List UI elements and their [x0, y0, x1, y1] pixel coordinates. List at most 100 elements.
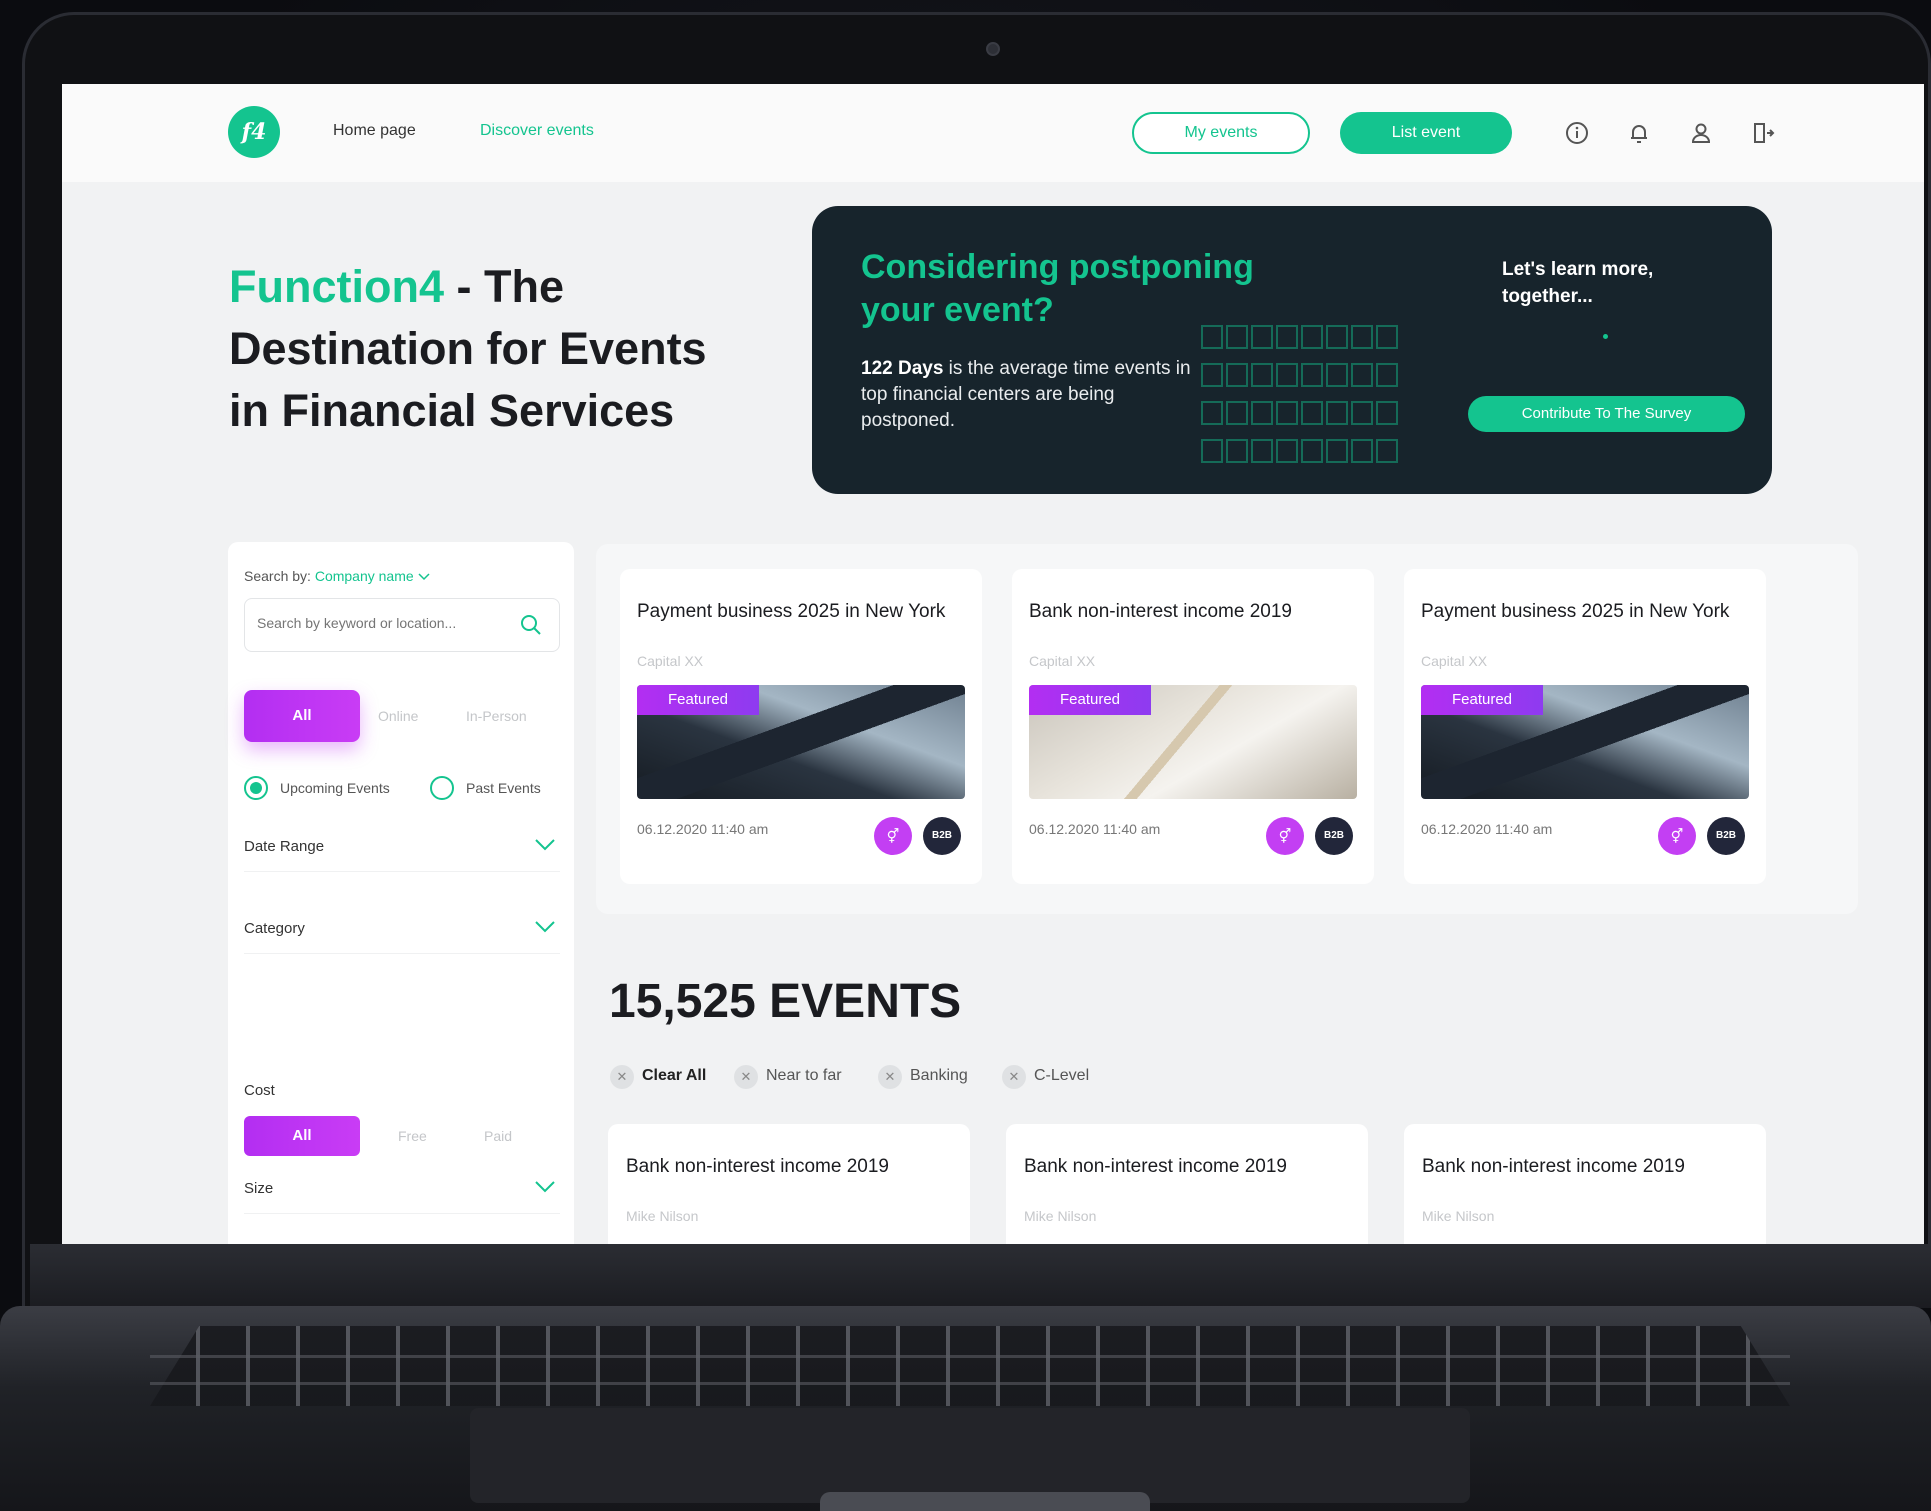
contribute-survey-button[interactable]: Contribute To The Survey [1468, 396, 1745, 432]
search-by-label: Search by: [244, 568, 311, 584]
user-icon[interactable] [1686, 118, 1716, 148]
filter-sidebar: Search by: Company name All Online In-Pe… [228, 542, 574, 1244]
upcoming-label: Upcoming Events [280, 780, 390, 796]
banner-stat-bold: 122 Days [861, 358, 944, 379]
card-title: Bank non-interest income 2019 [1029, 601, 1292, 622]
featured-card[interactable]: Payment business 2025 in New York Capita… [620, 569, 982, 884]
search-by-dropdown[interactable]: Company name [315, 568, 414, 584]
grid-decoration [1201, 325, 1398, 463]
top-nav: f4 Home page Discover events My events L… [62, 84, 1924, 182]
b2b-badge: B2B [1315, 817, 1353, 855]
b2b-badge: B2B [923, 817, 961, 855]
chip-label: Near to far [766, 1067, 842, 1084]
card-date: 06.12.2020 11:40 am [1421, 821, 1553, 837]
format-all-button[interactable]: All [244, 690, 360, 742]
card-date: 06.12.2020 11:40 am [637, 821, 769, 837]
featured-events: Payment business 2025 in New York Capita… [596, 544, 1858, 914]
laptop-notch [820, 1492, 1150, 1511]
banner-stat: 122 Days is the average time events in t… [861, 356, 1191, 434]
size-label: Size [244, 1180, 274, 1197]
chevron-down-icon[interactable] [418, 573, 430, 581]
gender-icon: ⚥ [1266, 817, 1304, 855]
hero-title: Function4 - The Destination for Events i… [229, 256, 749, 442]
card-title: Bank non-interest income 2019 [626, 1156, 889, 1177]
format-toggle: All Online In-Person [244, 690, 560, 742]
upcoming-radio[interactable] [244, 776, 268, 800]
card-title: Payment business 2025 in New York [637, 601, 946, 622]
nav-discover-link[interactable]: Discover events [480, 122, 594, 140]
chevron-down-icon [535, 921, 555, 933]
close-icon[interactable]: ✕ [878, 1065, 902, 1089]
featured-card[interactable]: Payment business 2025 in New York Capita… [1404, 569, 1766, 884]
survey-banner: Considering postponing your event? 122 D… [812, 206, 1772, 494]
scene: f4 Home page Discover events My events L… [0, 0, 1931, 1511]
card-organizer: Mike Nilson [1422, 1208, 1495, 1224]
laptop-hinge [30, 1244, 1931, 1308]
date-range-label: Date Range [244, 838, 325, 855]
card-date: 06.12.2020 11:40 am [1029, 821, 1161, 837]
card-organizer: Mike Nilson [626, 1208, 699, 1224]
close-icon[interactable]: ✕ [1002, 1065, 1026, 1089]
camera [986, 42, 1000, 56]
screen: f4 Home page Discover events My events L… [62, 84, 1924, 1244]
cost-all-button[interactable]: All [244, 1116, 360, 1156]
close-icon[interactable]: ✕ [734, 1065, 758, 1089]
gender-icon: ⚥ [1658, 817, 1696, 855]
nav-home-link[interactable]: Home page [333, 122, 416, 140]
logout-icon[interactable] [1748, 118, 1778, 148]
close-icon[interactable]: ✕ [610, 1065, 634, 1089]
my-events-button[interactable]: My events [1132, 112, 1310, 154]
featured-badge: Featured [1421, 685, 1543, 715]
format-online-button[interactable]: Online [378, 690, 418, 742]
event-card[interactable]: Bank non-interest income 2019 Mike Nilso… [608, 1124, 970, 1244]
category-filter[interactable]: Category [244, 904, 560, 954]
timing-radios: Upcoming Events Past Events [244, 772, 564, 802]
search-box [244, 598, 560, 652]
search-by: Search by: Company name [244, 568, 430, 584]
keyboard [150, 1326, 1790, 1406]
info-icon[interactable] [1562, 118, 1592, 148]
size-filter[interactable]: Size [244, 1164, 560, 1214]
card-organizer: Capital XX [1029, 653, 1096, 669]
card-title: Payment business 2025 in New York [1421, 601, 1730, 622]
past-label: Past Events [466, 780, 541, 796]
event-card[interactable]: Bank non-interest income 2019 Mike Nilso… [1404, 1124, 1766, 1244]
b2b-badge: B2B [1707, 817, 1745, 855]
card-image: Featured [1421, 685, 1749, 799]
date-range-filter[interactable]: Date Range [244, 822, 560, 872]
card-title: Bank non-interest income 2019 [1422, 1156, 1685, 1177]
chevron-down-icon [535, 1181, 555, 1193]
featured-card[interactable]: Bank non-interest income 2019 Capital XX… [1012, 569, 1374, 884]
cost-toggle: All Free Paid [244, 1116, 560, 1156]
search-input[interactable] [257, 615, 507, 631]
card-image: Featured [637, 685, 965, 799]
card-image: Featured [1029, 685, 1357, 799]
hero-brand: Function4 [229, 261, 444, 312]
keyboard-row [150, 1382, 1790, 1385]
list-event-button[interactable]: List event [1340, 112, 1512, 154]
card-organizer: Capital XX [1421, 653, 1488, 669]
cost-label: Cost [244, 1082, 275, 1099]
trackpad [470, 1408, 1470, 1503]
bell-icon[interactable] [1624, 118, 1654, 148]
card-title: Bank non-interest income 2019 [1024, 1156, 1287, 1177]
card-organizer: Capital XX [637, 653, 704, 669]
cost-paid-button[interactable]: Paid [484, 1116, 512, 1156]
chevron-down-icon [535, 839, 555, 851]
featured-badge: Featured [1029, 685, 1151, 715]
events-count: 15,525 EVENTS [609, 975, 962, 1028]
featured-badge: Featured [637, 685, 759, 715]
keyboard-row [150, 1355, 1790, 1358]
cost-free-button[interactable]: Free [398, 1116, 427, 1156]
category-label: Category [244, 920, 305, 937]
banner-right-text: Let's learn more, together... [1502, 259, 1654, 307]
past-radio[interactable] [430, 776, 454, 800]
logo[interactable]: f4 [228, 106, 280, 158]
search-icon[interactable] [519, 613, 543, 637]
card-organizer: Mike Nilson [1024, 1208, 1097, 1224]
event-card[interactable]: Bank non-interest income 2019 Mike Nilso… [1006, 1124, 1368, 1244]
banner-title: Considering postponing your event? [861, 248, 1254, 329]
gender-icon: ⚥ [874, 817, 912, 855]
chip-label: C-Level [1034, 1067, 1090, 1084]
format-inperson-button[interactable]: In-Person [466, 690, 527, 742]
